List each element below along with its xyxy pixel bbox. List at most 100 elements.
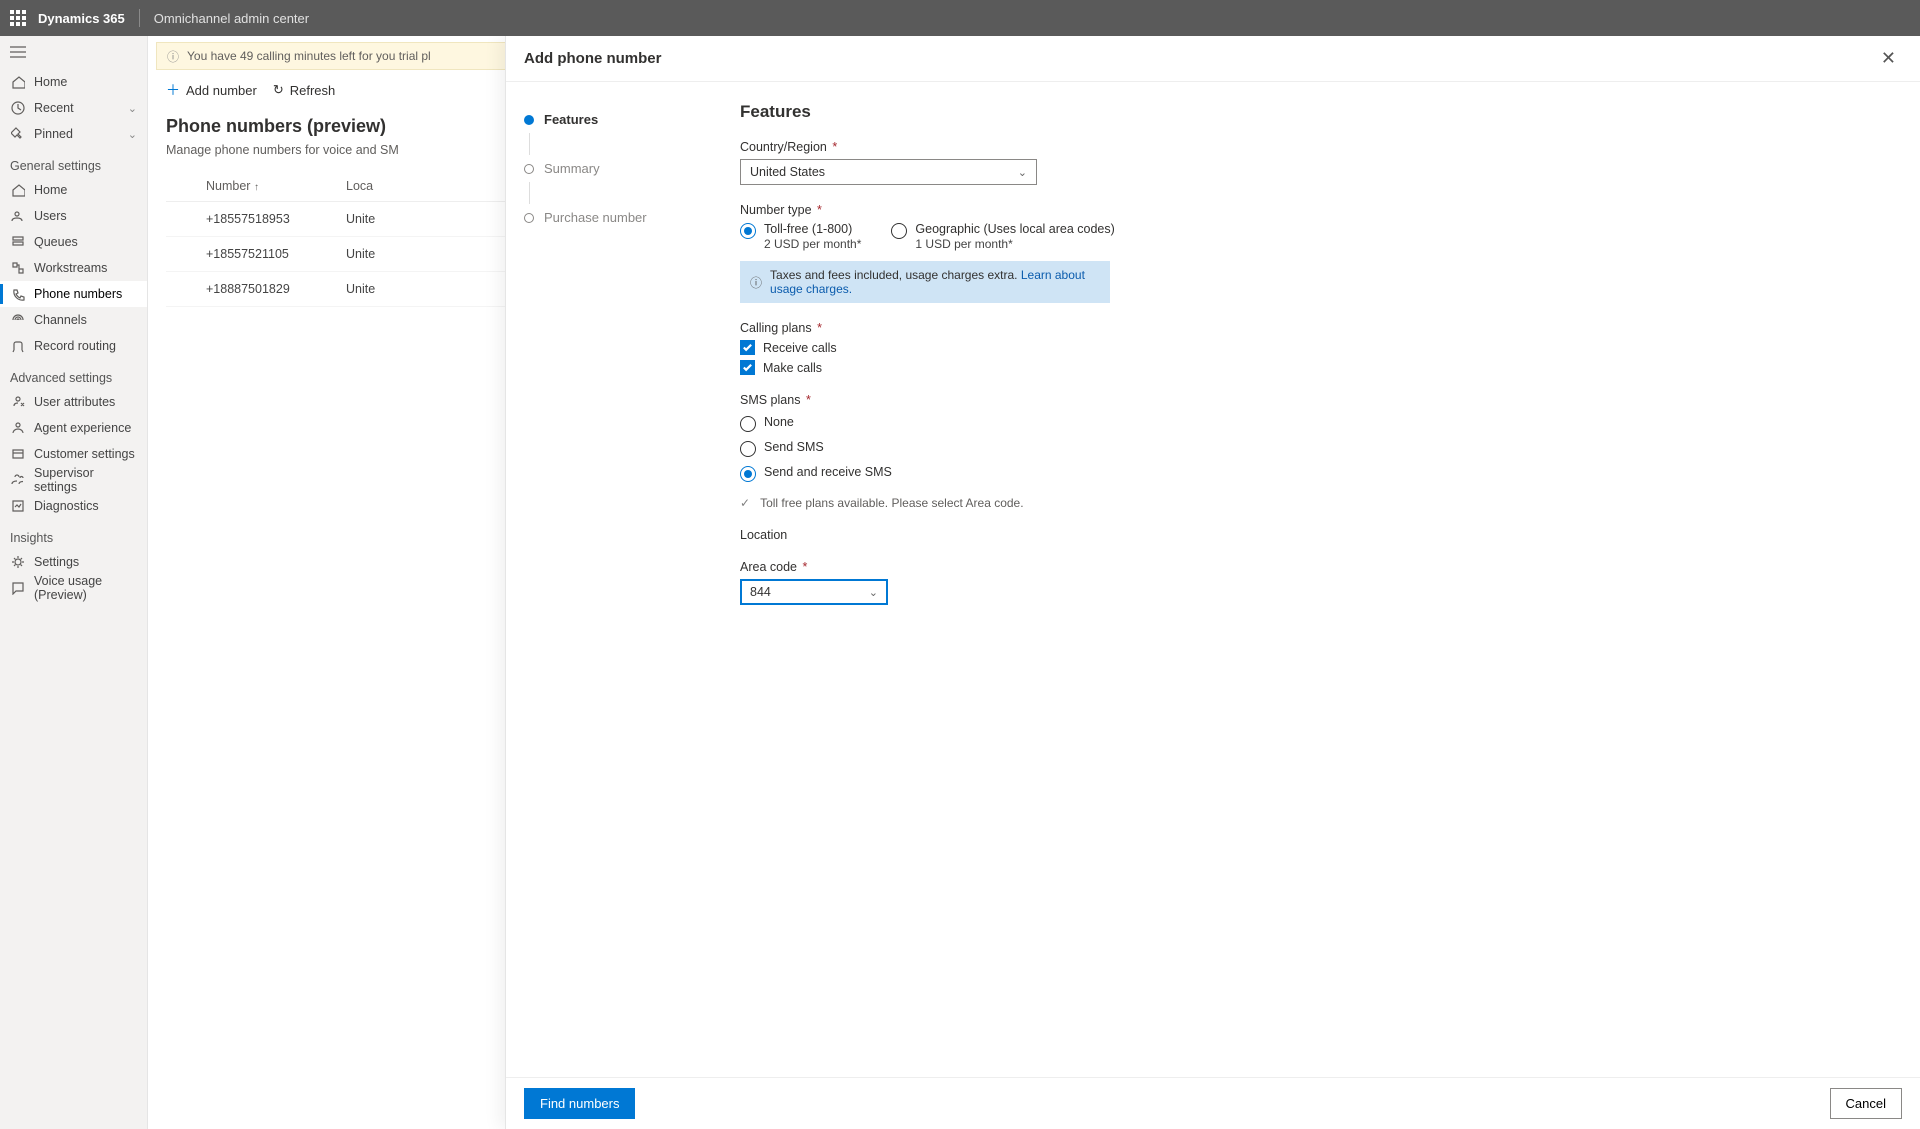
- nav-queues[interactable]: Queues: [0, 229, 147, 255]
- plus-icon: ＋: [166, 80, 180, 100]
- option-label: None: [764, 415, 794, 429]
- sms-plan-option[interactable]: Send SMS: [740, 440, 1896, 457]
- find-numbers-button[interactable]: Find numbers: [524, 1088, 635, 1119]
- usage-info-text: Taxes and fees included, usage charges e…: [770, 268, 1018, 282]
- cancel-button[interactable]: Cancel: [1830, 1088, 1902, 1119]
- nav-customer-settings[interactable]: Customer settings: [0, 441, 147, 467]
- step-summary[interactable]: Summary: [524, 155, 698, 182]
- nav-user-attributes[interactable]: User attributes: [0, 389, 147, 415]
- nav-label: Users: [34, 209, 67, 223]
- step-label: Features: [544, 112, 598, 127]
- nav-label: Queues: [34, 235, 78, 249]
- nav-phone-numbers[interactable]: Phone numbers: [0, 281, 147, 307]
- step-connector: [529, 133, 699, 155]
- option-sublabel: 1 USD per month*: [915, 237, 1114, 251]
- nav-label: Agent experience: [34, 421, 131, 435]
- main-content: ⓘ You have 49 calling minutes left for y…: [148, 36, 1920, 1129]
- step-features[interactable]: Features: [524, 106, 698, 133]
- userattr-icon: [10, 394, 26, 410]
- panel-footer: Find numbers Cancel: [506, 1077, 1920, 1129]
- calling-plan-checkbox[interactable]: Receive calls: [740, 340, 1896, 355]
- route-icon: [10, 338, 26, 354]
- supervisor-icon: [10, 472, 26, 488]
- calling-plan-checkbox[interactable]: Make calls: [740, 360, 1896, 375]
- trial-alert-text: You have 49 calling minutes left for you…: [187, 49, 431, 63]
- nav-collapse-button[interactable]: [0, 42, 147, 69]
- nav-workstreams[interactable]: Workstreams: [0, 255, 147, 281]
- number-type-option[interactable]: Toll-free (1-800)2 USD per month*: [740, 222, 861, 251]
- brand-label: Dynamics 365: [38, 11, 125, 26]
- nav-group-header: Insights: [0, 519, 147, 549]
- number-type-label: Number type: [740, 203, 812, 217]
- radio-icon: [891, 223, 907, 239]
- option-label: Toll-free (1-800): [764, 222, 861, 236]
- panel-close-button[interactable]: ✕: [1875, 42, 1902, 75]
- checkbox-icon: [740, 340, 755, 355]
- app-name: Omnichannel admin center: [154, 11, 309, 26]
- nav-pinned[interactable]: Pinned⌄: [0, 121, 147, 147]
- country-select[interactable]: United States ⌄: [740, 159, 1037, 185]
- nav-group-header: General settings: [0, 147, 147, 177]
- cell-number: +18887501829: [166, 282, 346, 296]
- nav-home[interactable]: Home: [0, 69, 147, 95]
- add-number-button[interactable]: ＋ Add number: [166, 80, 257, 100]
- step-connector: [529, 182, 699, 204]
- left-nav: HomeRecent⌄Pinned⌄ General settingsHomeU…: [0, 36, 148, 1129]
- nav-channels[interactable]: Channels: [0, 307, 147, 333]
- nav-label: Voice usage (Preview): [34, 574, 137, 602]
- channels-icon: [10, 312, 26, 328]
- area-code-label: Area code: [740, 560, 797, 574]
- step-purchase-number[interactable]: Purchase number: [524, 204, 698, 231]
- sms-plans-label: SMS plans: [740, 393, 800, 407]
- checkbox-label: Make calls: [763, 361, 822, 375]
- add-number-label: Add number: [186, 83, 257, 98]
- check-icon: ✓: [740, 496, 750, 510]
- nav-home[interactable]: Home: [0, 177, 147, 203]
- nav-recent[interactable]: Recent⌄: [0, 95, 147, 121]
- step-dot-icon: [524, 164, 534, 174]
- nav-voice-usage-preview-[interactable]: Voice usage (Preview): [0, 575, 147, 601]
- sort-asc-icon: ↑: [254, 182, 259, 193]
- top-bar: Dynamics 365 Omnichannel admin center: [0, 0, 1920, 36]
- area-code-value: 844: [750, 585, 771, 599]
- number-type-option[interactable]: Geographic (Uses local area codes)1 USD …: [891, 222, 1114, 251]
- home-icon: [10, 74, 26, 90]
- required-marker: *: [832, 140, 837, 154]
- form-heading: Features: [740, 102, 1896, 122]
- home-icon: [10, 182, 26, 198]
- nav-users[interactable]: Users: [0, 203, 147, 229]
- radio-icon: [740, 441, 756, 457]
- cell-location: Unite: [346, 282, 486, 296]
- area-code-select[interactable]: 844 ⌄: [740, 579, 888, 605]
- nav-record-routing[interactable]: Record routing: [0, 333, 147, 359]
- nav-label: Home: [34, 75, 67, 89]
- plan-hint: ✓ Toll free plans available. Please sele…: [740, 496, 1896, 510]
- customer-icon: [10, 446, 26, 462]
- workstream-icon: [10, 260, 26, 276]
- radio-icon: [740, 466, 756, 482]
- nav-agent-experience[interactable]: Agent experience: [0, 415, 147, 441]
- step-label: Summary: [544, 161, 600, 176]
- option-sublabel: 2 USD per month*: [764, 237, 861, 251]
- col-number[interactable]: Number: [206, 179, 250, 193]
- nav-label: Phone numbers: [34, 287, 122, 301]
- cell-number: +18557521105: [166, 247, 346, 261]
- nav-label: Workstreams: [34, 261, 107, 275]
- nav-settings[interactable]: Settings: [0, 549, 147, 575]
- plan-hint-text: Toll free plans available. Please select…: [760, 496, 1024, 510]
- refresh-button[interactable]: ↻ Refresh: [273, 82, 335, 98]
- nav-supervisor-settings[interactable]: Supervisor settings: [0, 467, 147, 493]
- col-location[interactable]: Loca: [346, 179, 486, 193]
- add-phone-number-panel: Add phone number ✕ Features Summary Purcha…: [505, 36, 1920, 1129]
- info-icon: ⓘ: [750, 274, 762, 291]
- nav-diagnostics[interactable]: Diagnostics: [0, 493, 147, 519]
- sms-plan-option[interactable]: None: [740, 415, 1896, 432]
- app-launcher-icon[interactable]: [10, 10, 26, 26]
- agent-icon: [10, 420, 26, 436]
- panel-header: Add phone number ✕: [506, 36, 1920, 82]
- nav-label: Settings: [34, 555, 79, 569]
- sms-plan-option[interactable]: Send and receive SMS: [740, 465, 1896, 482]
- step-label: Purchase number: [544, 210, 647, 225]
- nav-label: Channels: [34, 313, 87, 327]
- option-label: Geographic (Uses local area codes): [915, 222, 1114, 236]
